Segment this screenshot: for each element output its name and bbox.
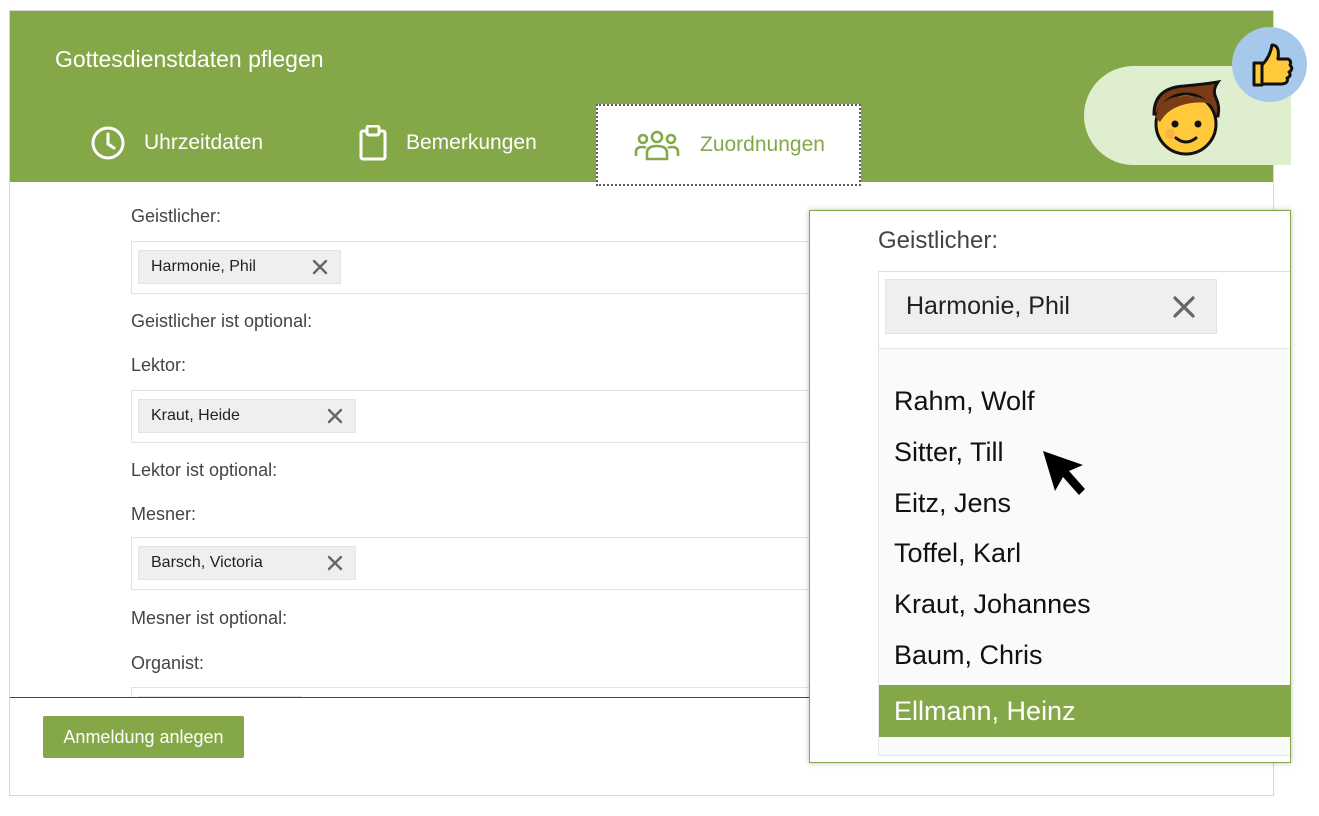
selected-chip: Barsch, Victoria [138,546,356,580]
close-icon[interactable] [325,553,345,573]
tab-label: Uhrzeitdaten [144,131,264,154]
organist-select[interactable] [131,687,831,697]
anmeldung-anlegen-button[interactable]: Anmeldung anlegen [43,716,244,758]
thumbs-up-icon [1252,43,1294,87]
dropdown-option-highlighted[interactable]: Ellmann, Heinz [879,685,1290,737]
mesner-optional-label: Mesner ist optional: [131,608,288,628]
chip-label: Harmonie, Phil [906,292,1070,320]
chip-label: Harmonie, Phil [151,258,256,275]
close-icon[interactable] [1170,293,1198,321]
dropdown-list: Rahm, Wolf Sitter, Till Eitz, Jens Toffe… [878,348,1290,756]
group-icon [634,130,680,161]
geistlicher-select[interactable]: Harmonie, Phil [131,241,831,294]
close-icon[interactable] [325,406,345,426]
selected-chip: Kraut, Heide [138,399,356,433]
dialog-header: Gottesdienstdaten pflegen Uhrzeitdaten B… [10,11,1273,186]
geistlicher-label: Geistlicher: [131,206,222,226]
tab-bemerkungen[interactable]: Bemerkungen [358,104,537,182]
dropdown-option[interactable]: Eitz, Jens [894,488,1011,519]
tab-label: Bemerkungen [406,131,537,154]
tab-uhrzeitdaten[interactable]: Uhrzeitdaten [90,104,263,182]
geistlicher-optional-label: Geistlicher ist optional: [131,311,313,331]
dropdown-option[interactable]: Sitter, Till [894,437,1004,468]
organist-label: Organist: [131,653,205,673]
mesner-label: Mesner: [131,504,197,524]
avatar-icon [1152,79,1222,156]
zoom-selected-chip: Harmonie, Phil [885,279,1217,334]
close-icon[interactable] [310,257,330,277]
dropdown-option[interactable]: Kraut, Johannes [894,589,1091,620]
lektor-label: Lektor: [131,355,187,375]
selected-chip: Harmonie, Phil [138,250,341,284]
chip-label: Barsch, Victoria [151,554,263,571]
mesner-select[interactable]: Barsch, Victoria [131,537,831,590]
tab-zuordnungen[interactable]: Zuordnungen [596,104,861,186]
zoom-geistlicher-select[interactable]: Harmonie, Phil [878,271,1290,349]
dialog-title: Gottesdienstdaten pflegen [55,46,324,72]
chip-label: Kraut, Heide [151,407,240,424]
thumbs-up-badge [1232,27,1307,102]
tab-label: Zuordnungen [700,133,825,156]
lektor-optional-label: Lektor ist optional: [131,460,278,480]
lektor-select[interactable]: Kraut, Heide [131,390,831,443]
dropdown-option[interactable]: Baum, Chris [894,640,1043,671]
zoom-geistlicher-label: Geistlicher: [878,227,999,254]
clock-icon [91,126,125,160]
dropdown-option[interactable]: Rahm, Wolf [894,386,1035,417]
clipboard-icon [359,125,387,161]
cursor-icon [1043,451,1085,495]
dropdown-option[interactable]: Toffel, Karl [894,538,1021,569]
